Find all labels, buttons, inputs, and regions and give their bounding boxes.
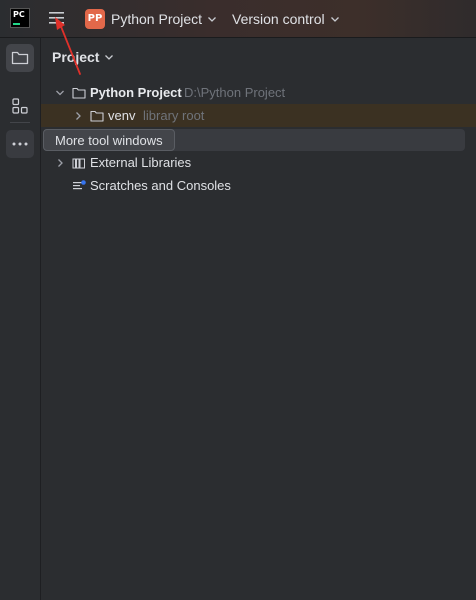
structure-icon <box>12 98 28 114</box>
project-panel: Project Python Project D:\Python Project… <box>41 38 476 600</box>
tree-item-label: External Libraries <box>90 155 192 170</box>
version-control-label: Version control <box>232 10 325 27</box>
tree-item-label: Python Project <box>90 85 182 100</box>
project-tool-window-button[interactable] <box>6 44 34 72</box>
chevron-right-icon[interactable] <box>55 158 65 168</box>
tool-window-stripe <box>0 38 41 600</box>
pycharm-logo: PC <box>10 8 30 28</box>
tree-item-scratches-and-consoles[interactable]: Scratches and Consoles <box>41 174 476 197</box>
title-bar: PC PP Python Project Version control <box>0 0 476 38</box>
tree-item-hint: library root <box>143 108 205 123</box>
structure-tool-window-button[interactable] <box>6 92 34 120</box>
chevron-down-icon <box>105 55 114 60</box>
project-view-selector[interactable]: Project <box>52 49 114 65</box>
chevron-right-icon[interactable] <box>73 111 83 121</box>
tree-item-external-libraries[interactable]: External Libraries <box>41 151 476 174</box>
scratches-icon <box>73 179 86 189</box>
version-control-switcher[interactable]: Version control <box>232 8 340 29</box>
logo-text: PC <box>13 10 25 19</box>
main-menu-button[interactable] <box>47 9 67 27</box>
panel-title: Project <box>52 49 100 65</box>
stripe-divider <box>10 122 30 123</box>
logo-accent <box>13 23 20 25</box>
folder-icon <box>72 87 86 99</box>
more-icon <box>12 142 28 146</box>
tree-item-label: Scratches and Consoles <box>90 178 231 193</box>
tooltip-text: More tool windows <box>43 129 175 151</box>
folder-icon <box>90 110 104 122</box>
project-switcher[interactable]: PP Python Project <box>85 8 217 29</box>
project-name: Python Project <box>111 10 203 27</box>
folder-icon <box>11 51 29 65</box>
tooltip: More tool windows <box>43 129 465 151</box>
tree-item-path: D:\Python Project <box>184 85 286 100</box>
hamburger-menu-icon <box>49 12 64 24</box>
chevron-down-icon[interactable] <box>55 88 65 98</box>
chevron-down-icon <box>208 16 217 22</box>
chevron-down-icon <box>330 16 339 22</box>
tree-item-python-project[interactable]: Python Project D:\Python Project <box>41 81 476 104</box>
tree-item-venv[interactable]: venv library root <box>41 104 476 127</box>
project-badge: PP <box>85 8 105 29</box>
more-tool-windows-button[interactable] <box>6 130 34 158</box>
library-icon <box>72 158 85 168</box>
tree-item-label: venv <box>108 108 136 123</box>
